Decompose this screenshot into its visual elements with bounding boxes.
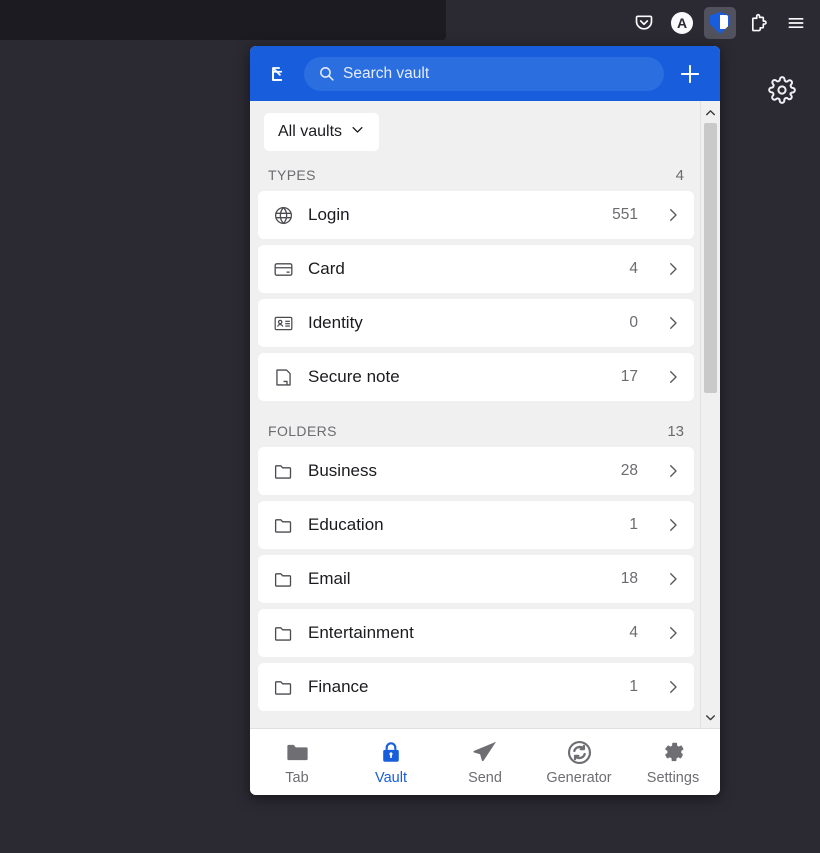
toolbar-icon-group: A <box>628 4 812 42</box>
globe-icon <box>272 204 294 226</box>
vault-list: All vaults TYPES 4 Login 551 Card 4 Iden… <box>250 101 702 717</box>
section-header-folders: FOLDERS 13 <box>250 407 702 447</box>
section-count: 4 <box>675 167 684 184</box>
note-icon <box>272 366 294 388</box>
app-menu-icon[interactable] <box>780 7 812 39</box>
vault-row-secure-note[interactable]: Secure note 17 <box>258 353 694 401</box>
vault-row-email[interactable]: Email 18 <box>258 555 694 603</box>
vertical-scrollbar[interactable] <box>700 101 720 728</box>
row-label: Secure note <box>308 367 400 386</box>
popup-bottom-nav: Tab Vault Send Generator Settings <box>250 728 720 795</box>
row-label: Education <box>308 515 384 534</box>
vault-row-finance[interactable]: Finance 1 <box>258 663 694 711</box>
nav-item-vault[interactable]: Vault <box>344 729 438 795</box>
row-label: Finance <box>308 677 369 696</box>
row-label: Login <box>308 205 350 224</box>
bitwarden-popup: All vaults TYPES 4 <box>250 46 720 795</box>
popup-body: All vaults TYPES 4 Login 551 Card 4 Iden… <box>250 101 720 728</box>
section-title: TYPES <box>268 167 316 183</box>
row-count: 0 <box>629 314 638 331</box>
row-count: 18 <box>620 570 638 587</box>
chevron-right-icon <box>664 462 682 480</box>
chevron-right-icon <box>664 206 682 224</box>
search-input[interactable] <box>343 64 650 83</box>
chevron-right-icon <box>664 260 682 278</box>
folder-icon <box>272 622 294 644</box>
chevron-right-icon <box>664 570 682 588</box>
row-count: 1 <box>629 516 638 533</box>
popup-header <box>250 46 720 101</box>
nav-item-send[interactable]: Send <box>438 729 532 795</box>
vault-row-business[interactable]: Business 28 <box>258 447 694 495</box>
folder-icon <box>272 460 294 482</box>
lock-icon <box>378 738 404 766</box>
scrollbar-thumb[interactable] <box>704 123 717 393</box>
section-title: FOLDERS <box>268 423 337 439</box>
row-count: 4 <box>629 624 638 641</box>
bitwarden-extension-icon[interactable] <box>704 7 736 39</box>
nav-label: Settings <box>646 770 700 786</box>
nav-item-settings[interactable]: Settings <box>626 729 720 795</box>
refresh-icon <box>566 738 593 766</box>
section-header-types: TYPES 4 <box>250 161 702 191</box>
vault-row-entertainment[interactable]: Entertainment 4 <box>258 609 694 657</box>
search-field[interactable] <box>304 56 664 91</box>
vault-row-card[interactable]: Card 4 <box>258 245 694 293</box>
popout-icon[interactable] <box>264 59 294 89</box>
row-label: Business <box>308 461 377 480</box>
send-icon <box>471 738 499 766</box>
folder-icon <box>272 514 294 536</box>
row-label: Card <box>308 259 345 278</box>
row-count: 4 <box>629 260 638 277</box>
folder-icon <box>272 568 294 590</box>
url-bar[interactable] <box>0 0 446 40</box>
nav-label: Generator <box>546 770 612 786</box>
row-label: Entertainment <box>308 623 414 642</box>
avatar-initial: A <box>671 12 693 34</box>
nav-item-generator[interactable]: Generator <box>532 729 626 795</box>
scroll-down-icon[interactable] <box>701 709 720 726</box>
search-icon <box>318 65 335 82</box>
nav-label: Vault <box>375 770 407 786</box>
gear-icon <box>660 738 687 766</box>
chevron-down-icon <box>350 122 365 142</box>
chevron-right-icon <box>664 624 682 642</box>
vault-row-education[interactable]: Education 1 <box>258 501 694 549</box>
id-card-icon <box>272 312 294 334</box>
credit-card-icon <box>272 258 294 280</box>
chevron-right-icon <box>664 678 682 696</box>
chevron-right-icon <box>664 368 682 386</box>
row-count: 1 <box>629 678 638 695</box>
vault-filter-row: All vaults <box>250 101 702 161</box>
row-count: 17 <box>620 368 638 385</box>
chevron-right-icon <box>664 314 682 332</box>
vault-row-identity[interactable]: Identity 0 <box>258 299 694 347</box>
add-item-button[interactable] <box>674 58 706 90</box>
shield-icon <box>710 12 730 34</box>
vault-filter-label: All vaults <box>278 123 343 140</box>
vault-row-login[interactable]: Login 551 <box>258 191 694 239</box>
row-label: Identity <box>308 313 363 332</box>
nav-label: Tab <box>285 770 309 786</box>
row-count: 28 <box>620 462 638 479</box>
row-label: Email <box>308 569 351 588</box>
section-count: 13 <box>667 423 684 440</box>
account-avatar[interactable]: A <box>666 7 698 39</box>
browser-toolbar: A <box>0 0 820 46</box>
folder-icon <box>272 676 294 698</box>
scroll-up-icon[interactable] <box>701 104 720 121</box>
vault-filter-select[interactable]: All vaults <box>264 113 380 151</box>
pocket-icon[interactable] <box>628 7 660 39</box>
page-gear-icon[interactable] <box>768 76 796 104</box>
nav-label: Send <box>468 770 502 786</box>
row-count: 551 <box>612 206 638 223</box>
chevron-right-icon <box>664 516 682 534</box>
nav-item-tab[interactable]: Tab <box>250 729 344 795</box>
extensions-icon[interactable] <box>742 7 774 39</box>
folder-icon <box>284 738 311 766</box>
